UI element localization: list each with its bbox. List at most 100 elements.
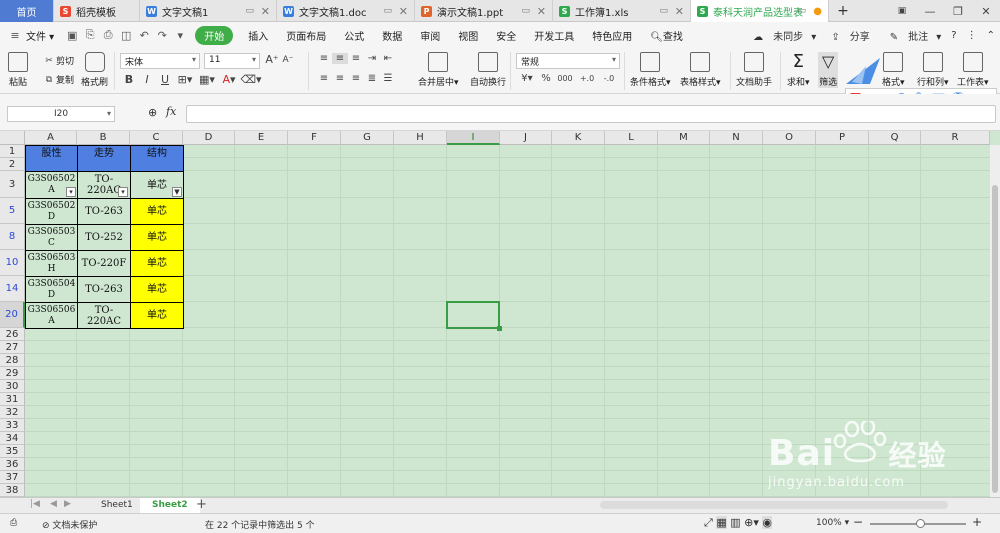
filter-dropdown-icon[interactable]: ▾ [118,187,128,197]
row-header-33[interactable]: 33 [0,419,25,432]
hamburger-icon[interactable]: ≡ [6,29,24,42]
protect-status[interactable]: ⊘ 文档未保护 [42,518,97,531]
menu-search[interactable]: 🔍︎查找 [641,28,692,43]
table-cell[interactable]: 单芯 [130,276,184,303]
table-cell[interactable]: G3S06502D [25,198,78,225]
filter-dropdown-icon[interactable]: ▾ [66,187,76,197]
annotate-button[interactable]: ✎ 批注 ▾ [880,28,947,43]
tab-templates[interactable]: S 稻壳模板 [54,0,140,22]
menu-features[interactable]: 特色应用 [583,28,641,43]
filter-button[interactable]: ▽ 筛选 [818,52,839,88]
filter-active-icon[interactable]: ▼ [172,187,182,197]
menu-data[interactable]: 数据 [373,28,411,43]
zoom-slider[interactable] [870,519,966,528]
row-header-26[interactable]: 26 [0,328,25,341]
table-cell[interactable]: 单芯 [130,198,184,225]
wrap-text-button[interactable]: 自动换行 [470,52,506,88]
cut-button[interactable]: ✂ 剪切 [42,54,74,68]
column-header-d[interactable]: D [183,131,235,145]
table-header-cell[interactable]: 股性 [25,145,78,172]
column-header-n[interactable]: N [710,131,763,145]
preview-icon[interactable]: ◫ [117,29,135,42]
close-icon[interactable]: ✕ [675,5,684,18]
first-sheet-icon[interactable]: |◀ [30,499,40,509]
sheet-grid[interactable]: ABCDEFGHIJKLMNOPQR 1 2 3 5 8 10 14 20 26 27 28 29 30… [0,131,1000,497]
formula-input[interactable] [186,105,996,123]
column-header-p[interactable]: P [816,131,869,145]
column-header-q[interactable]: Q [869,131,921,145]
column-header-e[interactable]: E [235,131,288,145]
align-middle-icon[interactable]: ≡ [332,53,348,64]
zoom-out-button[interactable]: − [853,515,863,529]
tab-active-workbook[interactable]: S 泰科天润产品选型表 ▭ ● [691,0,829,22]
table-cell[interactable]: TO-252 [77,224,131,251]
zoom-slider-handle[interactable] [916,519,925,528]
help-icon[interactable]: ? [946,30,961,41]
table-cell[interactable]: TO-220F [77,250,131,277]
eye-protect-icon[interactable]: ◉ [762,516,772,529]
export-icon[interactable]: ⎘ [81,28,99,42]
close-icon[interactable]: ✕ [399,5,408,18]
menu-review[interactable]: 审阅 [411,28,449,43]
new-tab-button[interactable]: + [829,0,857,21]
column-header-l[interactable]: L [605,131,658,145]
print-icon[interactable]: ⎙ [99,28,117,42]
underline-icon[interactable]: U [156,73,174,86]
column-header-b[interactable]: B [77,131,130,145]
clear-icon[interactable]: ⌫▾ [240,73,262,86]
column-header-i[interactable]: I [447,131,500,145]
active-cell-selection[interactable] [446,301,502,331]
sync-button[interactable]: ☁ 未同步 ▾ [743,28,821,43]
prev-sheet-icon[interactable]: ◀ [50,499,57,509]
sum-button[interactable]: Σ 求和▾ [787,52,810,89]
menu-view[interactable]: 视图 [449,28,487,43]
align-left-icon[interactable]: ≡ [316,73,332,84]
table-cell[interactable]: TO-263 [77,198,131,225]
row-header-2[interactable]: 2 [0,158,25,171]
column-header-m[interactable]: M [658,131,710,145]
macro-icon[interactable]: ⎙ [10,518,17,528]
column-header-j[interactable]: J [500,131,552,145]
row-header-1[interactable]: 1 [0,145,25,158]
border-icon[interactable]: ⊞▾ [174,73,196,86]
more-options-icon[interactable]: ⋮ [962,30,982,41]
row-header-20[interactable]: 20 [0,302,25,328]
horizontal-scrollbar[interactable] [600,501,948,509]
tab-xls[interactable]: S 工作簿1.xls ▭ ✕ [553,0,691,22]
close-window-icon[interactable]: ✕ [972,5,1000,18]
indent-icon[interactable]: ⇥ [364,53,380,64]
more-icon[interactable]: ▾ [171,29,189,42]
row-header-5[interactable]: 5 [0,198,25,224]
app-menu-icon[interactable]: ▣ [888,6,916,16]
tab-ppt[interactable]: P 演示文稿1.ppt ▭ ✕ [415,0,553,22]
row-header-34[interactable]: 34 [0,432,25,445]
menu-insert[interactable]: 插入 [239,28,277,43]
menu-developer[interactable]: 开发工具 [525,28,583,43]
table-cell[interactable]: 单芯 [130,250,184,277]
align-bottom-icon[interactable]: ≡ [348,53,364,64]
row-header-37[interactable]: 37 [0,471,25,484]
row-header-38[interactable]: 38 [0,484,25,497]
font-color-icon[interactable]: A▾ [218,73,240,86]
restore-icon[interactable]: ❐ [944,5,972,18]
justify-icon[interactable]: ≣ [364,73,380,84]
zoom-level[interactable]: 100% ▾ [816,518,849,528]
column-header-f[interactable]: F [288,131,341,145]
row-header-10[interactable]: 10 [0,250,25,276]
menu-file[interactable]: 文件 ▾ [24,28,63,43]
align-right-icon[interactable]: ≡ [348,73,364,84]
save-icon[interactable]: ▣ [63,29,81,42]
row-col-button[interactable]: 行和列▾ [917,52,949,88]
number-format-select[interactable]: 常规 ▾ [516,53,620,69]
menu-formula[interactable]: 公式 [335,28,373,43]
font-size-select[interactable]: 11 ▾ [204,53,260,69]
next-sheet-icon[interactable]: ▶ [64,499,71,509]
shrink-font-icon[interactable]: A⁻ [280,55,296,65]
add-sheet-button[interactable]: + [196,497,207,512]
row-header-29[interactable]: 29 [0,367,25,380]
minimize-icon[interactable]: — [916,5,944,18]
italic-icon[interactable]: I [138,73,156,86]
copy-button[interactable]: ⧉ 复制 [42,73,74,87]
scroll-thumb[interactable] [992,185,998,493]
paste-button[interactable]: 粘贴 [8,52,28,88]
